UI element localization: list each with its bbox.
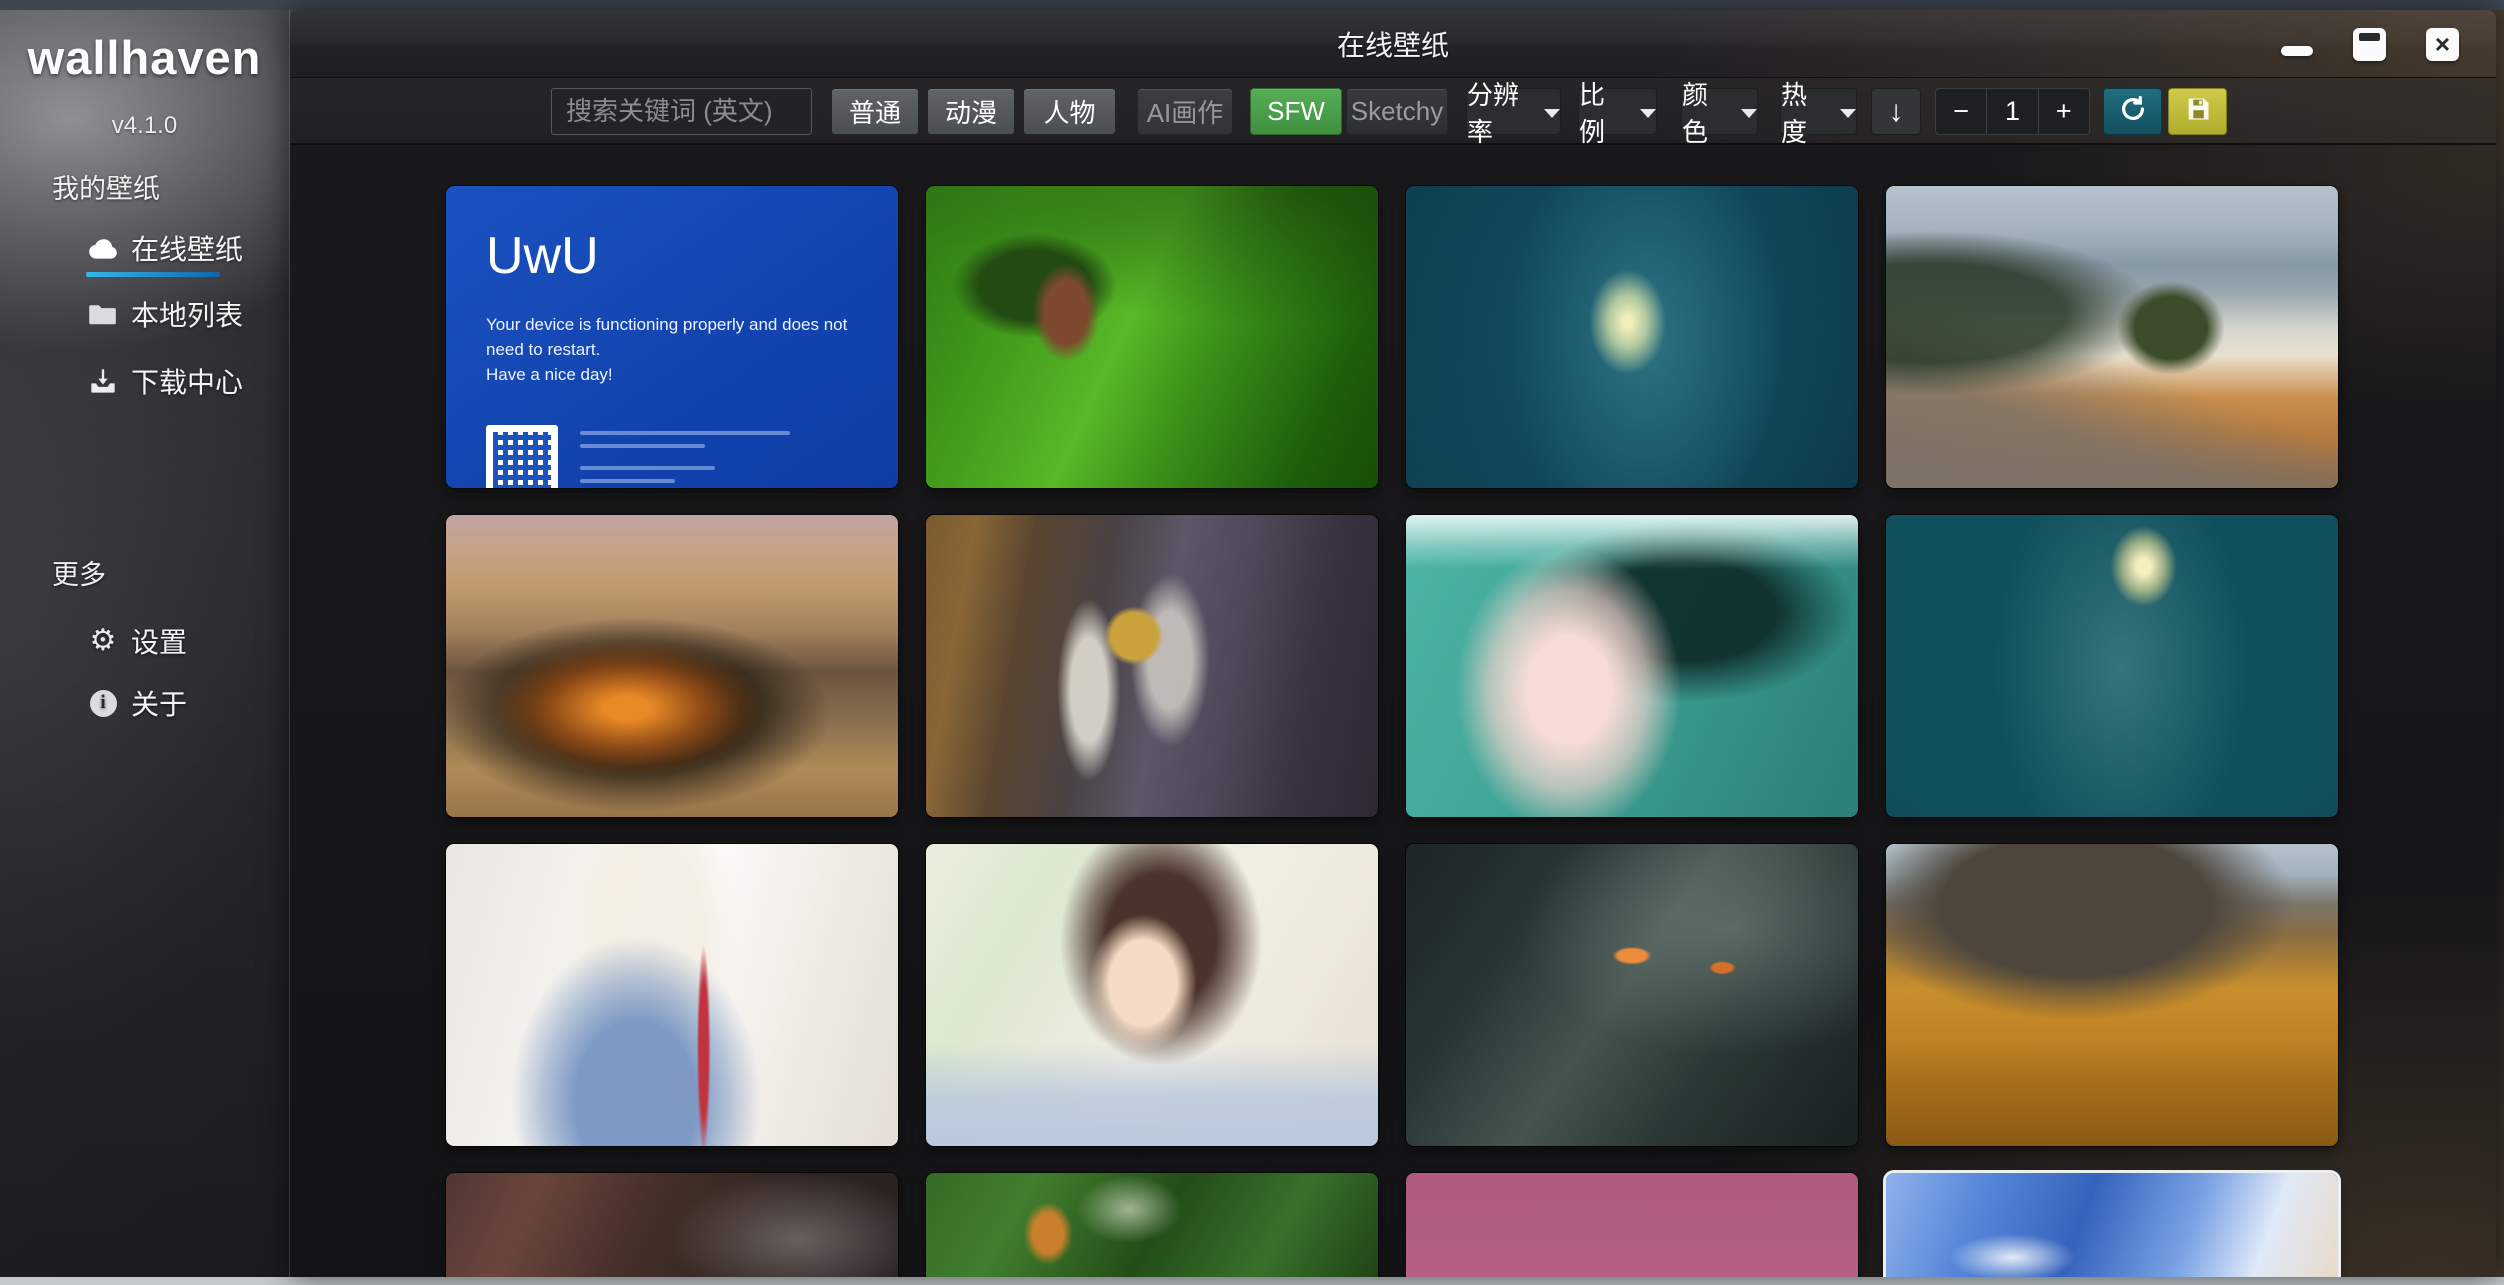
page-decrement-button[interactable]: − xyxy=(1936,89,1986,134)
arrow-down-icon: ↓ xyxy=(1889,95,1904,129)
thumb-desert-oasis-night[interactable] xyxy=(446,515,898,817)
thumb-bsod-uwu[interactable]: UwU Your device is functioning properly a… xyxy=(446,186,898,488)
page-title: 在线壁纸 xyxy=(290,10,2496,78)
button-label: AI画作 xyxy=(1147,93,1224,130)
thumb-green-field-windmill[interactable] xyxy=(926,186,1378,488)
content-area: UwU Your device is functioning properly a… xyxy=(290,145,2496,1277)
chevron-down-icon xyxy=(1741,109,1757,118)
window-controls: × xyxy=(2281,10,2459,78)
category-general-button[interactable]: 普通 xyxy=(831,88,919,135)
sidebar-item-label: 关于 xyxy=(131,683,187,723)
thumb-dark-peaks-paragliders[interactable] xyxy=(1406,844,1858,1146)
sidebar-item-label: 设置 xyxy=(131,621,187,661)
sidebar: wallhaven v4.1.0 我的壁纸 在线壁纸 本地列表 下载中心 更多 … xyxy=(0,10,290,1277)
sidebar-item-settings[interactable]: ⚙ 设置 xyxy=(88,622,187,660)
thumb-alpine-lone-tree[interactable] xyxy=(1886,186,2338,488)
page-increment-button[interactable]: + xyxy=(2038,89,2089,134)
thumb-pink-blur[interactable] xyxy=(1406,1173,1858,1277)
titlebar: 在线壁纸 × xyxy=(290,10,2496,78)
button-label: 普通 xyxy=(849,93,901,130)
dropdown-label: 分辨率 xyxy=(1467,75,1534,149)
cloud-icon xyxy=(88,233,118,263)
page-number[interactable]: 1 xyxy=(1986,89,2037,134)
thumb-autumn-forest-mountain[interactable] xyxy=(1886,844,2338,1146)
maximize-button[interactable] xyxy=(2353,28,2386,61)
thumb-girl-portrait[interactable] xyxy=(926,844,1378,1146)
page-stepper: − 1 + xyxy=(1935,88,2090,135)
qr-pattern xyxy=(493,432,551,488)
info-icon: i xyxy=(88,688,118,718)
save-icon xyxy=(2184,95,2212,128)
main-window: 在线壁纸 × 普通 动漫 人物 AI画作 SFW Sketchy 分辨率 比例 … xyxy=(290,10,2496,1277)
chevron-down-icon xyxy=(1840,109,1856,118)
minimize-button[interactable] xyxy=(2281,46,2313,56)
sort-direction-button[interactable]: ↓ xyxy=(1871,88,1921,135)
bsod-footer xyxy=(486,425,868,488)
sidebar-item-label: 本地列表 xyxy=(131,294,243,334)
qr-code xyxy=(486,425,558,488)
sidebar-item-online-wallpapers[interactable]: 在线壁纸 xyxy=(88,229,243,267)
thumb-underwater-anime-girl[interactable] xyxy=(1406,515,1858,817)
bsod-overlay: UwU Your device is functioning properly a… xyxy=(446,186,898,488)
screen-top-strip xyxy=(0,0,2504,10)
sidebar-item-local-list[interactable]: 本地列表 xyxy=(88,295,243,333)
save-button[interactable] xyxy=(2168,88,2227,135)
thumb-teal-lamp-spirit[interactable] xyxy=(1886,515,2338,817)
wallpaper-grid: UwU Your device is functioning properly a… xyxy=(446,186,2338,1277)
bsod-line2: Have a nice day! xyxy=(486,362,868,387)
button-label: SFW xyxy=(1267,96,1325,127)
search-input[interactable] xyxy=(551,88,812,135)
button-label: Sketchy xyxy=(1351,96,1444,127)
purity-sketchy-button[interactable]: Sketchy xyxy=(1346,88,1448,135)
folder-icon xyxy=(88,299,118,329)
dropdown-label: 热度 xyxy=(1781,75,1830,149)
toolbar: 普通 动漫 人物 AI画作 SFW Sketchy 分辨率 比例 颜色 热度 ↓… xyxy=(290,78,2496,145)
sidebar-item-label: 下载中心 xyxy=(131,361,243,401)
chevron-down-icon xyxy=(1640,109,1656,118)
app-logo: wallhaven xyxy=(0,30,289,85)
bsod-line1: Your device is functioning properly and … xyxy=(486,312,868,362)
color-dropdown[interactable]: 颜色 xyxy=(1681,88,1758,135)
sidebar-item-download-center[interactable]: 下载中心 xyxy=(88,362,243,400)
sidebar-section-more: 更多 xyxy=(52,553,106,592)
gear-icon: ⚙ xyxy=(88,626,118,656)
dropdown-label: 颜色 xyxy=(1682,75,1731,149)
purity-sfw-button[interactable]: SFW xyxy=(1250,88,1342,135)
sort-dropdown[interactable]: 热度 xyxy=(1780,88,1857,135)
category-ai-art-button[interactable]: AI画作 xyxy=(1137,88,1233,135)
button-label: 人物 xyxy=(1043,93,1095,130)
bsod-fineprint xyxy=(580,425,790,488)
app-version: v4.1.0 xyxy=(0,112,289,140)
dropdown-label: 比例 xyxy=(1579,75,1630,149)
refresh-button[interactable] xyxy=(2103,88,2162,135)
category-anime-button[interactable]: 动漫 xyxy=(927,88,1015,135)
thumb-teal-swirl-lantern[interactable] xyxy=(1406,186,1858,488)
bsod-title: UwU xyxy=(486,226,868,286)
thumb-white-top-jeans[interactable] xyxy=(446,844,898,1146)
close-button[interactable]: × xyxy=(2426,28,2459,61)
download-icon xyxy=(88,366,118,396)
category-people-button[interactable]: 人物 xyxy=(1023,88,1116,135)
thumb-foliage-white-hair[interactable] xyxy=(926,1173,1378,1277)
ratio-dropdown[interactable]: 比例 xyxy=(1578,88,1657,135)
chevron-down-icon xyxy=(1544,109,1560,118)
sidebar-section-my-wallpapers: 我的壁纸 xyxy=(52,167,160,206)
sidebar-item-label: 在线壁纸 xyxy=(131,228,243,268)
thumb-anime-teahouse-girls[interactable] xyxy=(926,515,1378,817)
button-label: 动漫 xyxy=(945,93,997,130)
sidebar-item-about[interactable]: i 关于 xyxy=(88,684,187,722)
resolution-dropdown[interactable]: 分辨率 xyxy=(1466,88,1561,135)
refresh-icon xyxy=(2118,94,2148,129)
thumb-portrait-closeup[interactable] xyxy=(446,1173,898,1277)
thumb-blue-ice-anime[interactable] xyxy=(1886,1173,2338,1277)
screen-bottom-strip xyxy=(0,1277,2504,1285)
close-icon: × xyxy=(2435,31,2450,57)
